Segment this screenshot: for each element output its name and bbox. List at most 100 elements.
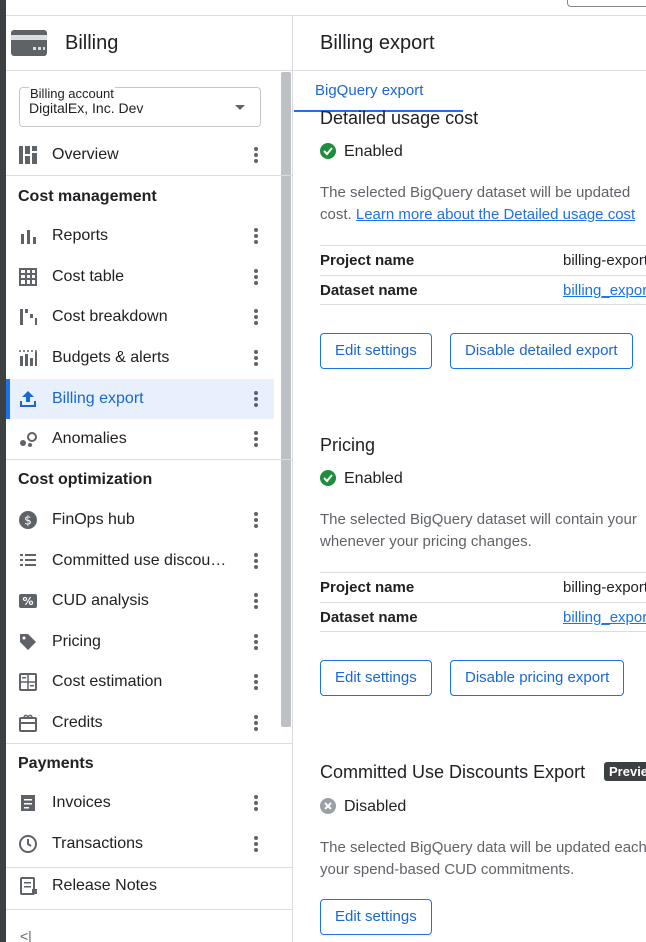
divider — [6, 909, 293, 910]
more-vert-icon[interactable] — [251, 226, 261, 246]
sidebar-item-label: Anomalies — [52, 430, 127, 447]
release-notes-label: Release Notes — [52, 877, 157, 894]
cancel-circle-icon — [320, 798, 336, 814]
top-strip — [6, 0, 646, 16]
sidebar-item-label: Cost breakdown — [52, 308, 168, 325]
sidebar-item-anomalies[interactable]: Anomalies — [6, 419, 274, 459]
detailed-desc-line1: The selected BigQuery dataset will be up… — [320, 184, 631, 201]
dataset-name-label: Dataset name — [320, 282, 418, 299]
pricing-desc-line2: whenever your pricing changes. — [320, 533, 532, 550]
release-notes-icon — [20, 877, 37, 895]
sidebar-item-budgets[interactable]: Budgets & alerts — [6, 338, 274, 378]
tab-bigquery-export[interactable]: BigQuery export — [294, 72, 463, 112]
pricing-heading: Pricing — [320, 435, 376, 455]
sidebar-item-transactions[interactable]: Transactions — [6, 824, 274, 864]
more-vert-icon[interactable] — [251, 632, 261, 652]
sidebar-item-label: Cost estimation — [52, 673, 163, 690]
top-button[interactable] — [567, 0, 646, 7]
collapse-sidebar-icon[interactable]: <| — [20, 928, 32, 942]
dollar-icon: $ — [19, 511, 37, 529]
check-circle-icon — [320, 470, 336, 486]
sidebar-item-pricing[interactable]: Pricing — [6, 622, 274, 662]
billing-account-label: Billing account — [29, 86, 115, 101]
sidebar-item-cost-table[interactable]: Cost table — [6, 257, 274, 297]
pricing-desc-line1: The selected BigQuery dataset will conta… — [320, 511, 637, 528]
detailed-usage-heading: Detailed usage cost — [320, 108, 479, 128]
more-vert-icon[interactable] — [251, 145, 261, 165]
preview-badge: Preview — [604, 762, 646, 781]
sidebar-item-overview[interactable]: Overview — [6, 135, 274, 175]
sidebar-item-label: Transactions — [52, 835, 143, 852]
main-content: Billing export BigQuery export Detailed … — [294, 16, 646, 942]
sidebar-item-cost-breakdown[interactable]: Cost breakdown — [6, 297, 274, 337]
anomalies-icon — [20, 432, 37, 447]
pricing-project-row: Project name billing-export — [320, 572, 646, 602]
more-vert-icon[interactable] — [251, 551, 261, 571]
release-notes-link[interactable]: Release Notes — [6, 866, 274, 906]
svg-text:%: % — [22, 595, 33, 608]
detailed-dataset-row: Dataset name billing_export — [320, 275, 646, 305]
cud-desc-line2: your spend-based CUD commitments. — [320, 861, 575, 878]
detailed-description: The selected BigQuery dataset will be up… — [320, 182, 646, 226]
pricing-dataset-row: Dataset name billing_export — [320, 602, 646, 632]
receipt-icon — [21, 795, 35, 811]
sidebar-item-billing-export[interactable]: Billing export — [6, 379, 274, 419]
dataset-name-link[interactable]: billing_export — [563, 609, 646, 626]
sidebar-item-cost-estimation[interactable]: Cost estimation — [6, 662, 274, 702]
dataset-name-label: Dataset name — [320, 609, 418, 626]
sidebar-item-label: Cost table — [52, 268, 125, 285]
edit-settings-button[interactable]: Edit settings — [320, 660, 432, 696]
sidebar-item-credits[interactable]: Credits — [6, 703, 274, 743]
sidebar-item-cud-analysis[interactable]: % CUD analysis — [6, 581, 274, 621]
more-vert-icon[interactable] — [251, 591, 261, 611]
sidebar-item-label: Committed use discou… — [52, 552, 227, 569]
cud-description: The selected BigQuery data will be updat… — [320, 837, 646, 881]
divider — [6, 743, 293, 744]
tab-label: BigQuery export — [315, 82, 424, 99]
more-vert-icon[interactable] — [251, 672, 261, 692]
sidebar-item-committed-use-discounts[interactable]: Committed use discou… — [6, 541, 274, 581]
section-cost-management: Cost management — [18, 188, 157, 205]
disable-pricing-export-button[interactable]: Disable pricing export — [450, 660, 625, 696]
calculator-icon — [19, 673, 37, 691]
sidebar-item-invoices[interactable]: Invoices — [6, 783, 274, 823]
section-cost-optimization: Cost optimization — [18, 471, 153, 488]
sidebar-item-label: Budgets & alerts — [52, 349, 170, 366]
more-vert-icon[interactable] — [251, 429, 261, 449]
more-vert-icon[interactable] — [251, 348, 261, 368]
sidebar: Billing Billing account DigitalEx, Inc. … — [6, 16, 293, 942]
sidebar-item-label: Credits — [52, 714, 103, 731]
edit-settings-button[interactable]: Edit settings — [320, 333, 432, 369]
sidebar-item-reports[interactable]: Reports — [6, 216, 274, 256]
sidebar-item-finops-hub[interactable]: $ FinOps hub — [6, 500, 274, 540]
check-circle-icon — [320, 143, 336, 159]
cud-status: Disabled — [320, 798, 406, 816]
billing-card-icon — [11, 30, 47, 56]
more-vert-icon[interactable] — [251, 307, 261, 327]
more-vert-icon[interactable] — [251, 834, 261, 854]
dataset-name-link[interactable]: billing_export — [563, 282, 646, 299]
billing-account-select[interactable]: Billing account DigitalEx, Inc. Dev — [19, 86, 261, 127]
page-title: Billing export — [320, 32, 435, 54]
pricing-status-text: Enabled — [344, 470, 403, 487]
sidebar-item-label: Invoices — [52, 794, 111, 811]
divider — [6, 175, 293, 176]
cud-status-text: Disabled — [344, 798, 407, 815]
more-vert-icon[interactable] — [251, 267, 261, 287]
disable-detailed-export-button[interactable]: Disable detailed export — [450, 333, 633, 369]
more-vert-icon[interactable] — [251, 510, 261, 530]
edit-settings-button[interactable]: Edit settings — [320, 899, 432, 935]
billing-account-value: DigitalEx, Inc. Dev — [29, 100, 144, 116]
sidebar-item-label: Pricing — [52, 633, 101, 650]
more-vert-icon[interactable] — [251, 793, 261, 813]
pricing-description: The selected BigQuery dataset will conta… — [320, 509, 646, 553]
sidebar-item-label: Billing export — [52, 390, 144, 407]
detailed-status-text: Enabled — [344, 143, 403, 160]
more-vert-icon[interactable] — [251, 389, 261, 409]
learn-more-link[interactable]: Learn more about the Detailed usage cost — [356, 206, 635, 223]
sidebar-scrollbar[interactable] — [281, 72, 291, 727]
project-name-value: billing-export — [563, 579, 646, 596]
more-vert-icon[interactable] — [251, 713, 261, 733]
history-icon — [19, 835, 37, 853]
sidebar-item-label: Reports — [52, 227, 109, 244]
